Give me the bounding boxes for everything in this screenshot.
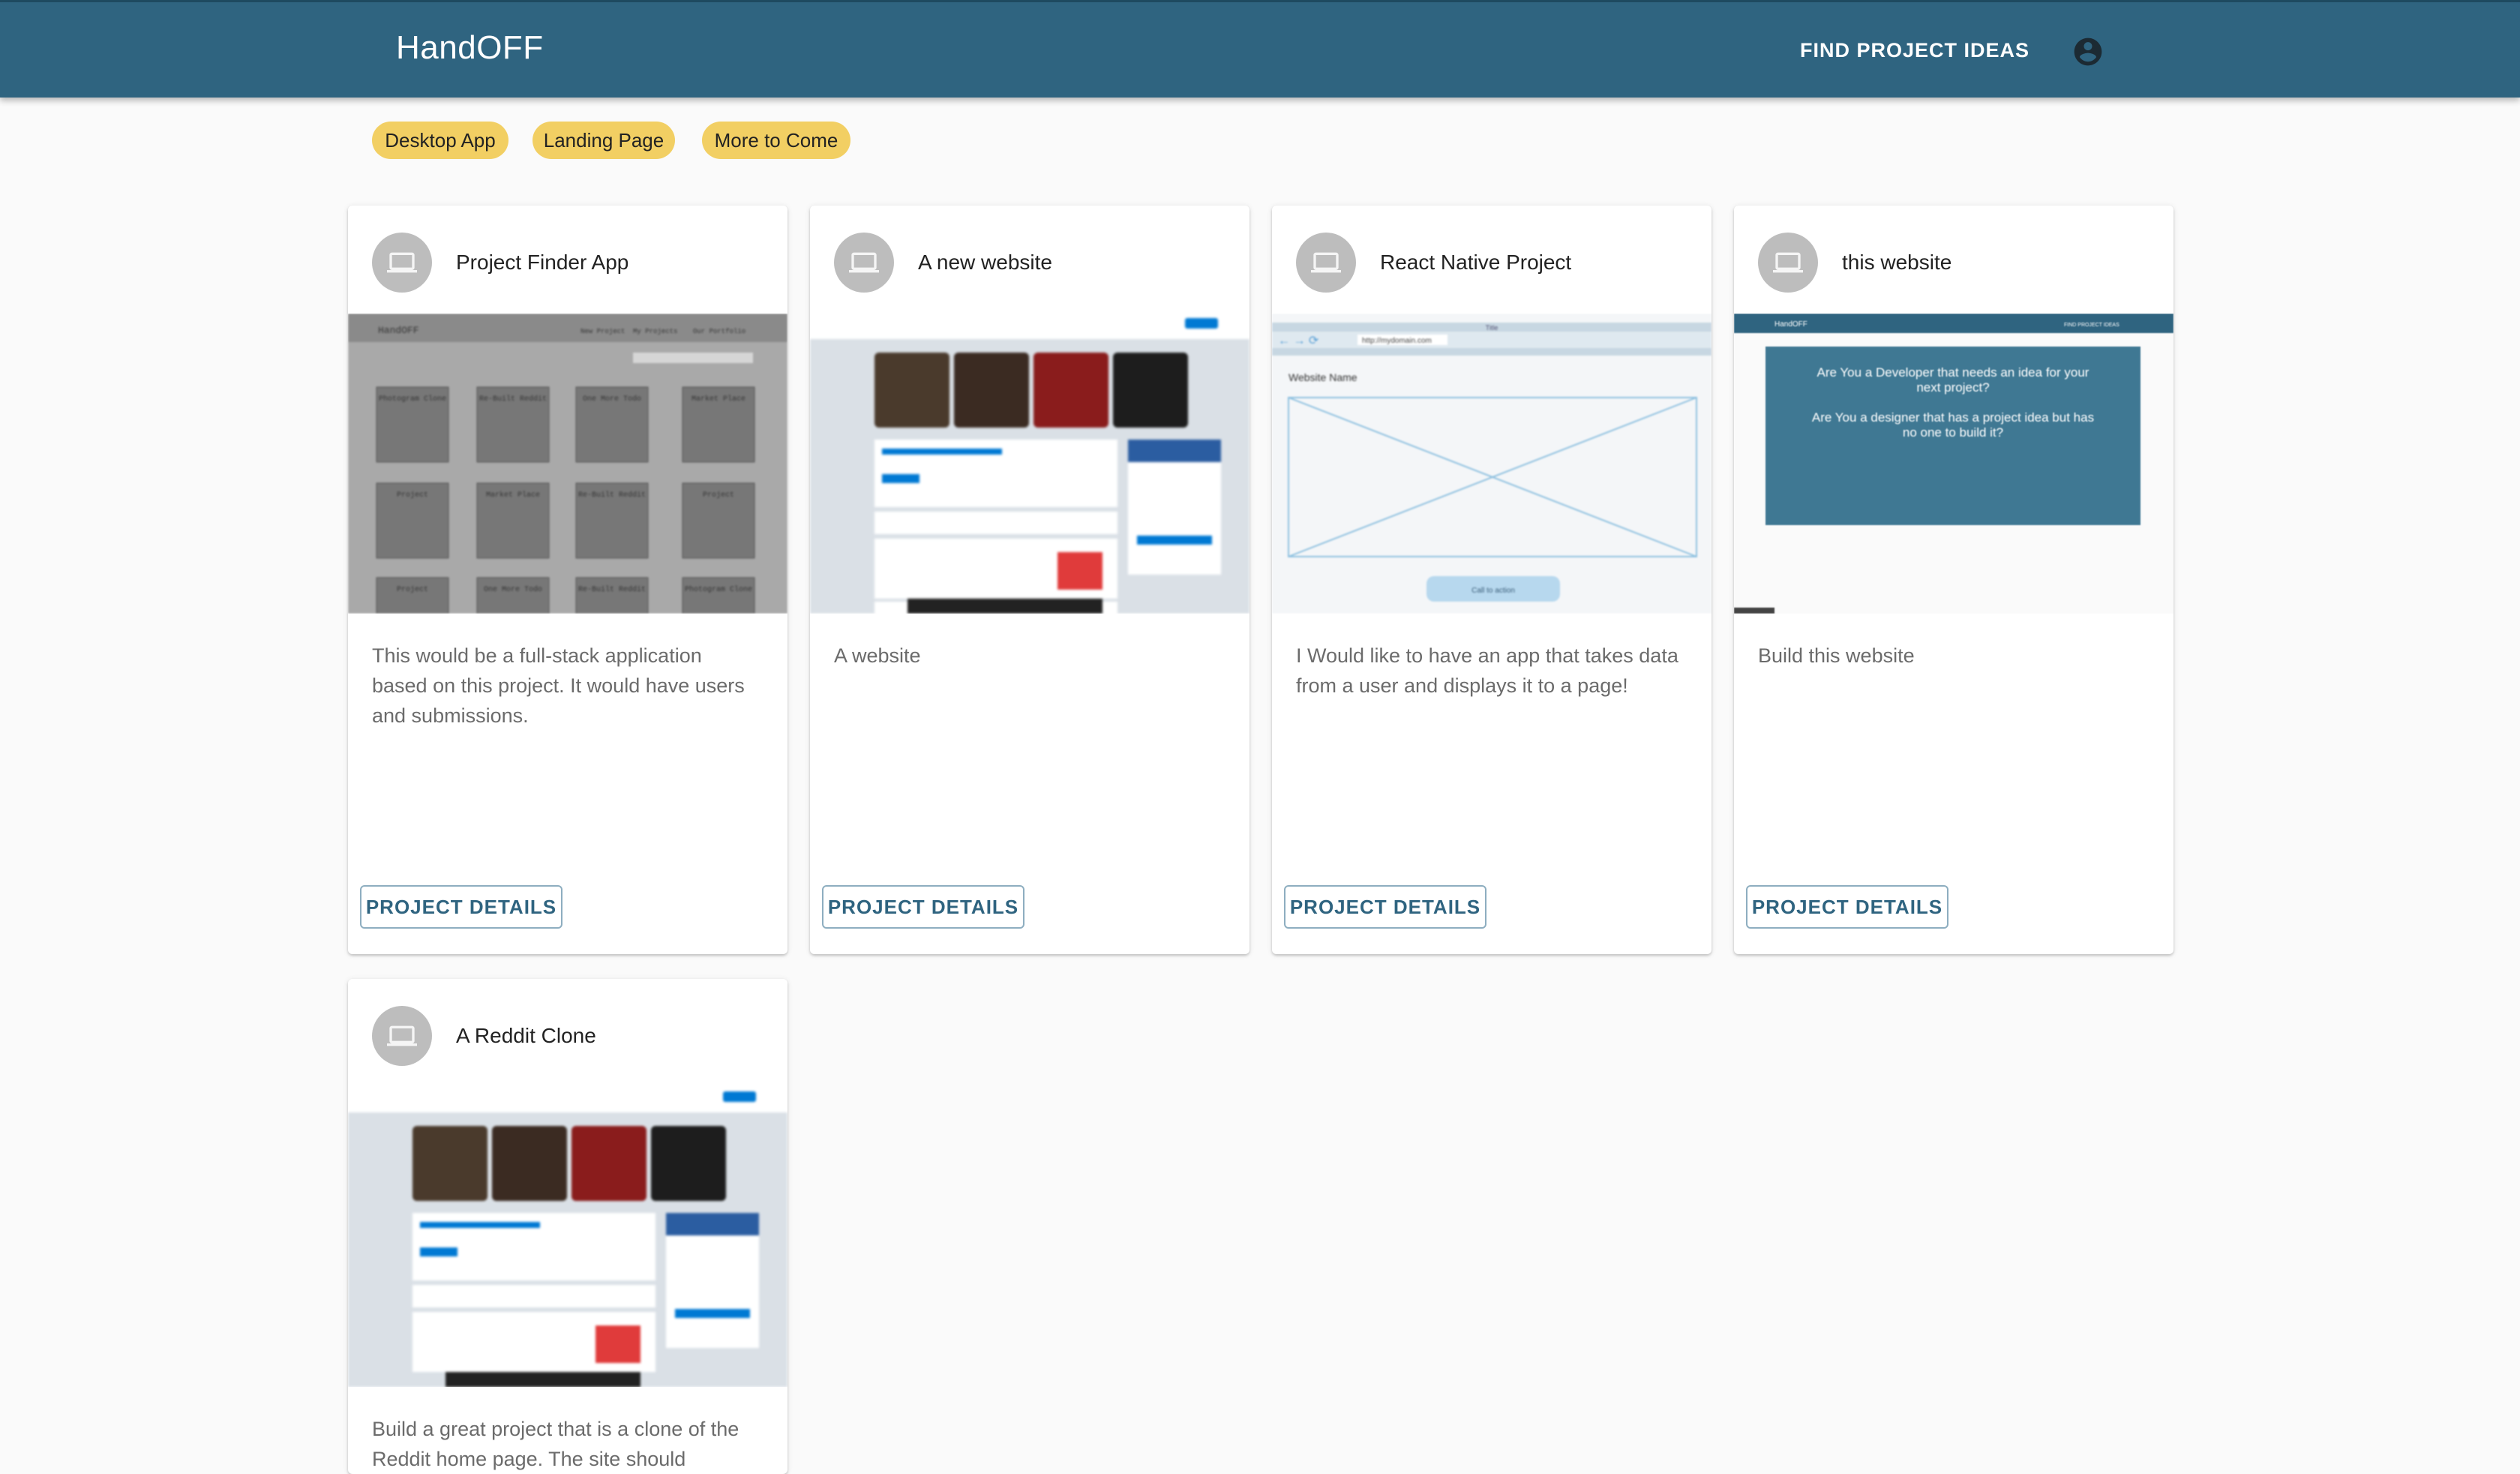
mock-hero-line-2b: no one to build it? — [1903, 425, 2003, 440]
card-description: Build this website — [1758, 644, 1915, 667]
card-title: React Native Project — [1380, 251, 1572, 274]
card-avatar — [372, 1006, 432, 1066]
mock-tile-label: Re-Built Reddit — [479, 395, 547, 404]
card-title: this website — [1842, 251, 1952, 274]
card-header: React Native Project — [1272, 206, 1712, 314]
laptop-icon — [1311, 252, 1341, 273]
card-media: HandOFF FIND PROJECT IDEAS Are You a Dev… — [1734, 314, 2174, 614]
laptop-icon — [387, 252, 417, 273]
project-card: Project Finder App HandOFF New Project M… — [348, 206, 788, 954]
mock-nav-item: New Project — [580, 328, 625, 335]
mock-tile-label: Market Place — [692, 395, 746, 404]
mock-tile-label: One More Todo — [484, 585, 542, 594]
project-card: A Reddit Clone Build a great project tha… — [348, 979, 788, 1474]
mock-tile-label: Re-Built Reddit — [578, 585, 646, 594]
app-bar: HandOFF FIND PROJECT IDEAS — [0, 0, 2520, 98]
mock-hero-line-2: Are You a designer that has a project id… — [1812, 410, 2094, 425]
mock-cta: Call to action — [1472, 587, 1515, 595]
mock-tile-label: Re-Built Reddit — [578, 491, 646, 500]
chip-landing-page[interactable]: Landing Page — [532, 122, 675, 159]
laptop-icon — [1773, 252, 1803, 273]
mock-nav-arrows: ← → ⟳ — [1278, 335, 1319, 347]
mock-hero-line-1: Are You a Developer that needs an idea f… — [1817, 365, 2090, 380]
card-header: Project Finder App — [348, 206, 788, 314]
card-title: A Reddit Clone — [456, 1024, 596, 1047]
mock-window-title: Title — [1486, 324, 1498, 332]
mock-site-name: Website Name — [1288, 371, 1358, 383]
laptop-icon — [849, 252, 879, 273]
mock-brand: HandOFF — [378, 325, 419, 336]
mock-nav-item: My Projects — [633, 328, 677, 335]
project-details-button[interactable]: PROJECT DETAILS — [360, 885, 562, 929]
card-media: HandOFF New Project My Projects Our Port… — [348, 314, 788, 614]
project-card: A new website A website PROJECT DETAILS — [810, 206, 1250, 954]
mock-nav: FIND PROJECT IDEAS — [2064, 323, 2120, 328]
brand-title[interactable]: HandOFF — [396, 29, 544, 67]
card-avatar — [372, 233, 432, 293]
card-description: I Would like to have an app that takes d… — [1296, 644, 1678, 697]
card-header: A Reddit Clone — [348, 979, 788, 1087]
mock-tile-label: Project — [397, 585, 428, 594]
card-description: Build a great project that is a clone of… — [372, 1418, 740, 1470]
card-media — [810, 314, 1250, 614]
card-description: A website — [834, 644, 921, 667]
project-details-button[interactable]: PROJECT DETAILS — [1746, 885, 1948, 929]
mock-tile-label: Project — [703, 491, 734, 500]
card-title: A new website — [918, 251, 1052, 274]
card-media: Title ← → ⟳ http://mydomain.com Website … — [1272, 314, 1712, 614]
chip-desktop-app[interactable]: Desktop App — [372, 122, 508, 159]
card-media — [348, 1087, 788, 1387]
card-description: This would be a full-stack application b… — [372, 644, 745, 727]
find-project-ideas-link[interactable]: FIND PROJECT IDEAS — [1800, 39, 2030, 62]
mock-tile-label: Project — [397, 491, 428, 500]
project-details-button[interactable]: PROJECT DETAILS — [1284, 885, 1486, 929]
project-details-button[interactable]: PROJECT DETAILS — [822, 885, 1024, 929]
mock-nav-item: Our Portfolio — [693, 328, 746, 335]
mock-hero-line-1b: next project? — [1916, 380, 1989, 395]
mock-tile-label: Photogram Clone — [379, 395, 446, 404]
chip-more-to-come[interactable]: More to Come — [702, 122, 850, 159]
card-avatar — [834, 233, 894, 293]
mock-url: http://mydomain.com — [1362, 337, 1432, 345]
card-header: A new website — [810, 206, 1250, 314]
card-header: this website — [1734, 206, 2174, 314]
project-card: this website HandOFF FIND PROJECT IDEAS … — [1734, 206, 2174, 954]
card-avatar — [1758, 233, 1818, 293]
laptop-icon — [387, 1025, 417, 1046]
card-title: Project Finder App — [456, 251, 629, 274]
card-avatar — [1296, 233, 1356, 293]
project-card: React Native Project Title ← → ⟳ http://… — [1272, 206, 1712, 954]
mock-brand: HandOFF — [1774, 320, 1808, 329]
mock-tile-label: Photogram Clone — [685, 585, 752, 594]
mock-tile-label: Market Place — [486, 491, 540, 500]
account-circle-icon[interactable] — [2072, 35, 2104, 68]
mock-tile-label: One More Todo — [583, 395, 641, 404]
